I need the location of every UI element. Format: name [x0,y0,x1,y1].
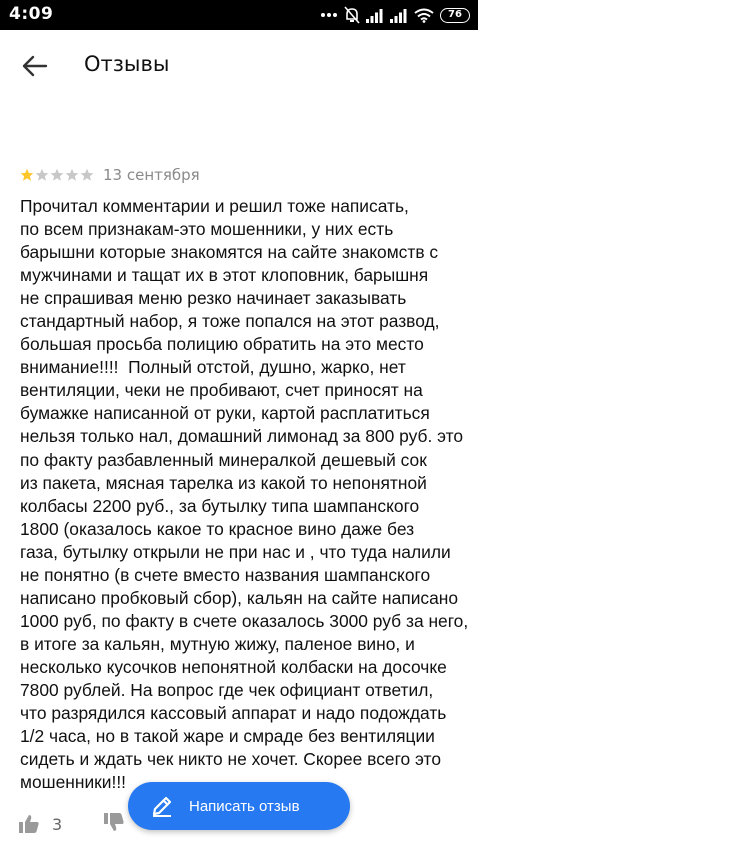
review-text: Прочитал комментарии и решил тоже написа… [20,195,469,794]
review-text-line: стандартный набор, я тоже попался на это… [20,311,440,332]
review-text-line: 1/2 часа, но в такой жаре и смраде без в… [20,726,435,747]
review-text-line: внимание!!!! Полный отстой, душно, жарко… [20,357,406,378]
review-text-line: по всем признакам-это мошенники, у них е… [20,219,394,240]
review-text-line: барышни которые знакомятся на сайте знак… [20,242,439,263]
review-text-line: колбасы 2200 руб., за бутылку типа шампа… [20,495,420,516]
write-review-label: Написать отзыв [189,797,300,815]
back-button[interactable] [14,48,54,84]
review-text-line: 1800 (оказалось какое то красное вино да… [20,518,415,539]
cell-signal-icon [390,8,407,23]
review-actions: 3 [18,810,125,838]
status-bar: 4:09 76 [0,0,478,30]
battery-icon: 76 [440,7,470,23]
write-review-button[interactable]: Написать отзыв [128,782,350,830]
review-text-line: 1000 руб, по факту в счете оказалось 300… [20,610,469,631]
cell-signal-icon [366,8,383,23]
review-text-line: газа, бутылку открыли не при нас и , что… [20,541,451,562]
review-meta: 13 сентября [20,163,460,187]
review-text-line: 7800 рублей. На вопрос где чек официант … [20,679,434,700]
like-count: 3 [52,814,63,834]
review-text-line: не спрашивая меню резко начинает заказыв… [20,288,407,309]
arrow-left-icon [22,55,48,77]
status-icons: 76 [320,6,470,24]
star-filled-icon [20,168,34,181]
review-card: 13 сентября Прочитал комментарии и решил… [20,163,469,794]
like-button[interactable]: 3 [18,814,62,834]
review-text-line: не понятно (в счете вместо названия шамп… [20,564,431,585]
review-date: 13 сентября [103,166,200,184]
review-text-line: нельзя только нал, домашний лимонад за 8… [20,426,464,447]
dislike-button[interactable] [103,812,125,836]
review-text-line: большая просьба полицию обратить на это … [20,334,424,355]
battery-level: 76 [448,8,462,20]
review-text-line: вентиляции, чеки не пробивают, счет прин… [20,380,423,401]
review-text-line: Прочитал комментарии и решил тоже написа… [20,196,409,216]
review-text-line: по факту разбавленный минералкой дешевый… [20,449,427,470]
review-text-line: написано пробковый сбор), кальян на сайт… [20,587,459,608]
review-text-line: сидеть и ждать чек никто не хочет. Скоре… [20,749,441,770]
star-empty-icon [35,168,49,181]
star-empty-icon [50,168,64,181]
thumb-down-icon [104,813,124,831]
review-text-line: бумажке написанной от руки, картой распл… [20,403,430,424]
pencil-icon [150,794,174,818]
more-dots-icon [321,13,337,17]
review-text-line: из пакета, мясная тарелка из какой то не… [20,472,427,493]
review-text-line: в итоге за кальян, мутную жижу, паленое … [20,633,415,654]
review-text-line: что разрядился кассовый аппарат и надо п… [20,703,447,724]
alarm-off-icon [344,6,360,24]
thumb-up-icon [19,815,39,833]
status-time: 4:09 [9,4,54,24]
page-title: Отзывы [84,52,170,76]
star-rating [20,168,94,182]
star-empty-icon [80,168,94,181]
review-text-line: мужчинами и тащат их в этот клоповник, б… [20,265,429,286]
star-empty-icon [65,168,79,181]
wifi-icon [414,8,434,23]
app-bar: Отзывы [0,30,750,102]
review-text-line: несколько кусочков непонятной колбаски н… [20,656,447,677]
